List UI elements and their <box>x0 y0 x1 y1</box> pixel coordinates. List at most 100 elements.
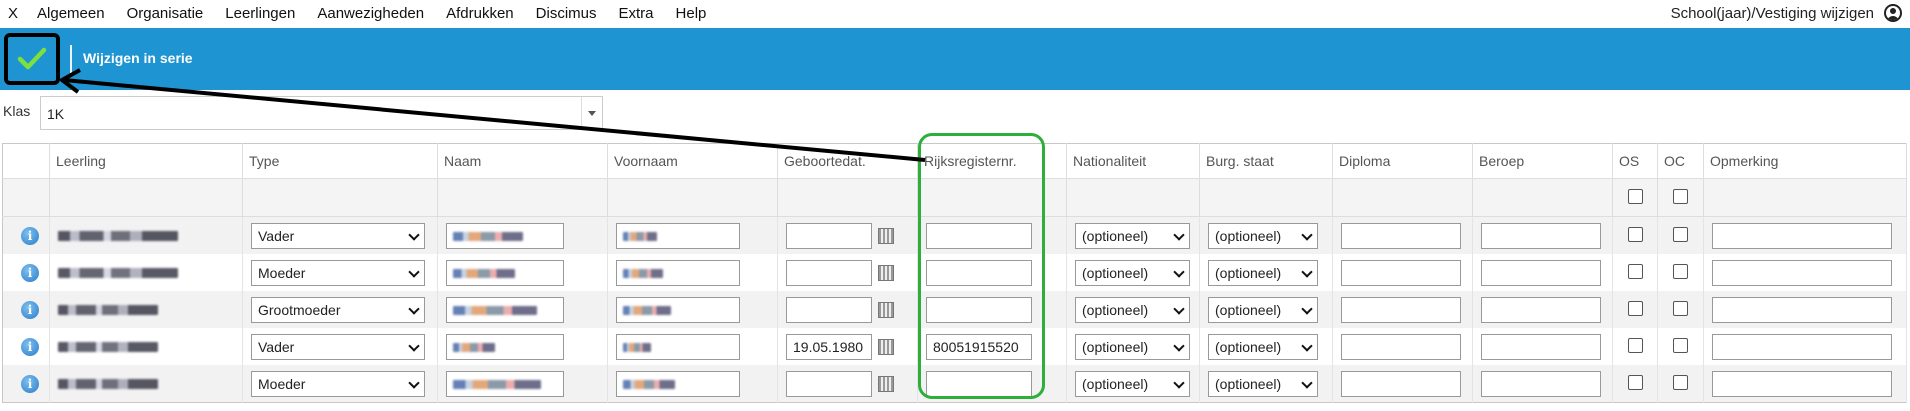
info-icon[interactable]: i <box>21 226 39 245</box>
birthdate-field[interactable]: 19.05.1980 <box>786 333 872 360</box>
col-type[interactable]: Type <box>242 143 438 179</box>
beroep-field[interactable] <box>1481 370 1601 397</box>
menu-afdrukken[interactable]: Afdrukken <box>435 5 525 22</box>
col-leerling[interactable]: Leerling <box>49 143 243 179</box>
calendar-icon[interactable] <box>878 338 894 355</box>
calendar-icon[interactable] <box>878 227 894 244</box>
opmerking-field[interactable] <box>1712 370 1892 397</box>
voornaam-field[interactable] <box>616 222 740 249</box>
voornaam-field[interactable] <box>616 259 740 286</box>
burg-staat-select[interactable]: (optioneel) <box>1208 296 1318 323</box>
menu-algemeen[interactable]: Algemeen <box>26 5 116 22</box>
naam-field[interactable] <box>446 222 564 249</box>
switch-school-link[interactable]: School(jaar)/Vestiging wijzigen <box>1671 5 1874 22</box>
calendar-icon[interactable] <box>878 264 894 281</box>
nationaliteit-select[interactable]: (optioneel) <box>1075 296 1190 323</box>
voornaam-field[interactable] <box>616 333 740 360</box>
voornaam-field[interactable] <box>616 370 740 397</box>
info-icon[interactable]: i <box>21 374 39 393</box>
beroep-field[interactable] <box>1481 259 1601 286</box>
type-select[interactable]: Grootmoeder <box>251 296 425 323</box>
diploma-field[interactable] <box>1341 259 1461 286</box>
type-select[interactable]: Moeder <box>251 259 425 286</box>
menu-organisatie[interactable]: Organisatie <box>116 5 215 22</box>
chevron-down-icon <box>408 265 420 278</box>
opmerking-field[interactable] <box>1712 259 1892 286</box>
col-nationaliteit[interactable]: Nationaliteit <box>1066 143 1200 179</box>
col-beroep[interactable]: Beroep <box>1472 143 1613 179</box>
col-geboortedatum[interactable]: Geboortedat. <box>777 143 918 179</box>
birthdate-field[interactable] <box>786 296 872 323</box>
voornaam-field[interactable] <box>616 296 740 323</box>
opmerking-field[interactable] <box>1712 296 1892 323</box>
rijksregisternr-field[interactable] <box>926 296 1032 323</box>
birthdate-field[interactable] <box>786 259 872 286</box>
diploma-field[interactable] <box>1341 370 1461 397</box>
toolbar <box>0 28 1910 90</box>
oc-checkbox[interactable] <box>1673 263 1688 279</box>
naam-field[interactable] <box>446 333 564 360</box>
col-opmerking[interactable]: Opmerking <box>1703 143 1907 179</box>
menu-leerlingen[interactable]: Leerlingen <box>214 5 306 22</box>
nationaliteit-select[interactable]: (optioneel) <box>1075 259 1190 286</box>
calendar-icon[interactable] <box>878 301 894 318</box>
rijksregisternr-field[interactable] <box>926 370 1032 397</box>
nationaliteit-select[interactable]: (optioneel) <box>1075 222 1190 249</box>
beroep-field[interactable] <box>1481 296 1601 323</box>
os-checkbox[interactable] <box>1627 226 1643 242</box>
oc-select-all-checkbox[interactable] <box>1673 188 1688 204</box>
menu-extra[interactable]: Extra <box>608 5 665 22</box>
info-icon[interactable]: i <box>21 300 39 319</box>
beroep-field[interactable] <box>1481 333 1601 360</box>
naam-field[interactable] <box>446 296 564 323</box>
nationaliteit-select[interactable]: (optioneel) <box>1075 333 1190 360</box>
menu-discimus[interactable]: Discimus <box>525 5 608 22</box>
menu-help[interactable]: Help <box>665 5 718 22</box>
diploma-field[interactable] <box>1341 333 1461 360</box>
col-voornaam[interactable]: Voornaam <box>607 143 778 179</box>
col-rijksregisternr[interactable]: Rijksregisternr. <box>917 143 1067 179</box>
klas-select[interactable]: 1K <box>40 96 603 130</box>
burg-staat-select[interactable]: (optioneel) <box>1208 370 1318 397</box>
nationaliteit-select[interactable]: (optioneel) <box>1075 370 1190 397</box>
info-icon[interactable]: i <box>21 263 39 282</box>
info-icon[interactable]: i <box>21 337 39 356</box>
burg-staat-select[interactable]: (optioneel) <box>1208 259 1318 286</box>
type-select[interactable]: Vader <box>251 333 425 360</box>
save-button[interactable] <box>4 33 60 85</box>
rijksregisternr-field[interactable]: 80051915520 <box>926 333 1032 360</box>
naam-field[interactable] <box>446 370 564 397</box>
os-checkbox[interactable] <box>1627 300 1643 316</box>
birthdate-field[interactable] <box>786 370 872 397</box>
burg-staat-select[interactable]: (optioneel) <box>1208 333 1318 360</box>
col-diploma[interactable]: Diploma <box>1332 143 1473 179</box>
user-icon[interactable] <box>1884 4 1902 22</box>
rijksregisternr-field[interactable] <box>926 222 1032 249</box>
os-checkbox[interactable] <box>1627 337 1643 353</box>
diploma-field[interactable] <box>1341 222 1461 249</box>
diploma-field[interactable] <box>1341 296 1461 323</box>
oc-checkbox[interactable] <box>1673 374 1688 390</box>
calendar-icon[interactable] <box>878 375 894 392</box>
opmerking-field[interactable] <box>1712 222 1892 249</box>
rijksregisternr-field[interactable] <box>926 259 1032 286</box>
os-checkbox[interactable] <box>1627 374 1643 390</box>
os-select-all-checkbox[interactable] <box>1627 188 1643 204</box>
type-select[interactable]: Vader <box>251 222 425 249</box>
type-select[interactable]: Moeder <box>251 370 425 397</box>
col-os[interactable]: OS <box>1612 143 1658 179</box>
burg-staat-select[interactable]: (optioneel) <box>1208 222 1318 249</box>
naam-field[interactable] <box>446 259 564 286</box>
col-burg-staat[interactable]: Burg. staat <box>1199 143 1333 179</box>
opmerking-field[interactable] <box>1712 333 1892 360</box>
col-naam[interactable]: Naam <box>437 143 608 179</box>
col-oc[interactable]: OC <box>1657 143 1704 179</box>
menu-aanwezigheden[interactable]: Aanwezigheden <box>306 5 435 22</box>
oc-checkbox[interactable] <box>1673 226 1688 242</box>
oc-checkbox[interactable] <box>1673 337 1688 353</box>
oc-checkbox[interactable] <box>1673 300 1688 316</box>
menu-close[interactable]: X <box>0 5 26 22</box>
birthdate-field[interactable] <box>786 222 872 249</box>
beroep-field[interactable] <box>1481 222 1601 249</box>
os-checkbox[interactable] <box>1627 263 1643 279</box>
